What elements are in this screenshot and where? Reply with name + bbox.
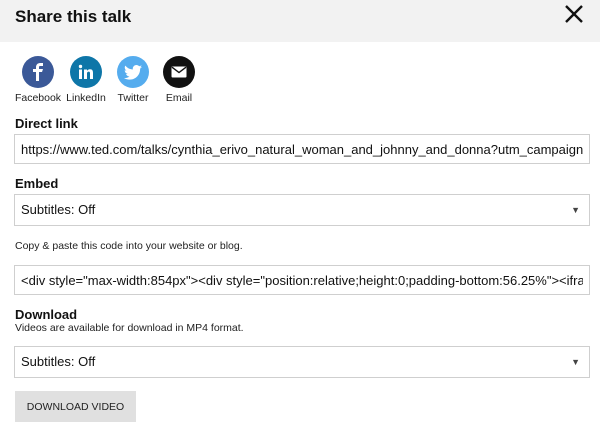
- embed-note: Copy & paste this code into your website…: [15, 240, 243, 252]
- share-label: Email: [165, 92, 193, 104]
- download-subtitles-select[interactable]: Subtitles: Off ▼: [14, 346, 590, 378]
- embed-code-input[interactable]: [14, 265, 590, 295]
- download-note: Videos are available for download in MP4…: [15, 322, 244, 334]
- close-icon[interactable]: [563, 3, 585, 25]
- download-label: Download: [15, 307, 78, 322]
- download-video-button[interactable]: DOWNLOAD VIDEO: [15, 391, 136, 422]
- caret-down-icon: ▼: [571, 357, 580, 367]
- linkedin-icon: [70, 56, 102, 88]
- dialog-header: Share this talk: [0, 0, 600, 42]
- twitter-icon: [117, 56, 149, 88]
- direct-link-label: Direct link: [15, 116, 78, 131]
- download-subtitles-value: Subtitles: Off: [21, 354, 96, 369]
- email-icon: [163, 56, 195, 88]
- share-email-button[interactable]: Email: [149, 56, 209, 104]
- embed-label: Embed: [15, 176, 59, 191]
- embed-subtitles-value: Subtitles: Off: [21, 202, 96, 217]
- dialog-title: Share this talk: [15, 7, 132, 26]
- caret-down-icon: ▼: [571, 205, 580, 215]
- direct-link-input[interactable]: [14, 134, 590, 164]
- embed-subtitles-select[interactable]: Subtitles: Off ▼: [14, 194, 590, 226]
- facebook-icon: [22, 56, 54, 88]
